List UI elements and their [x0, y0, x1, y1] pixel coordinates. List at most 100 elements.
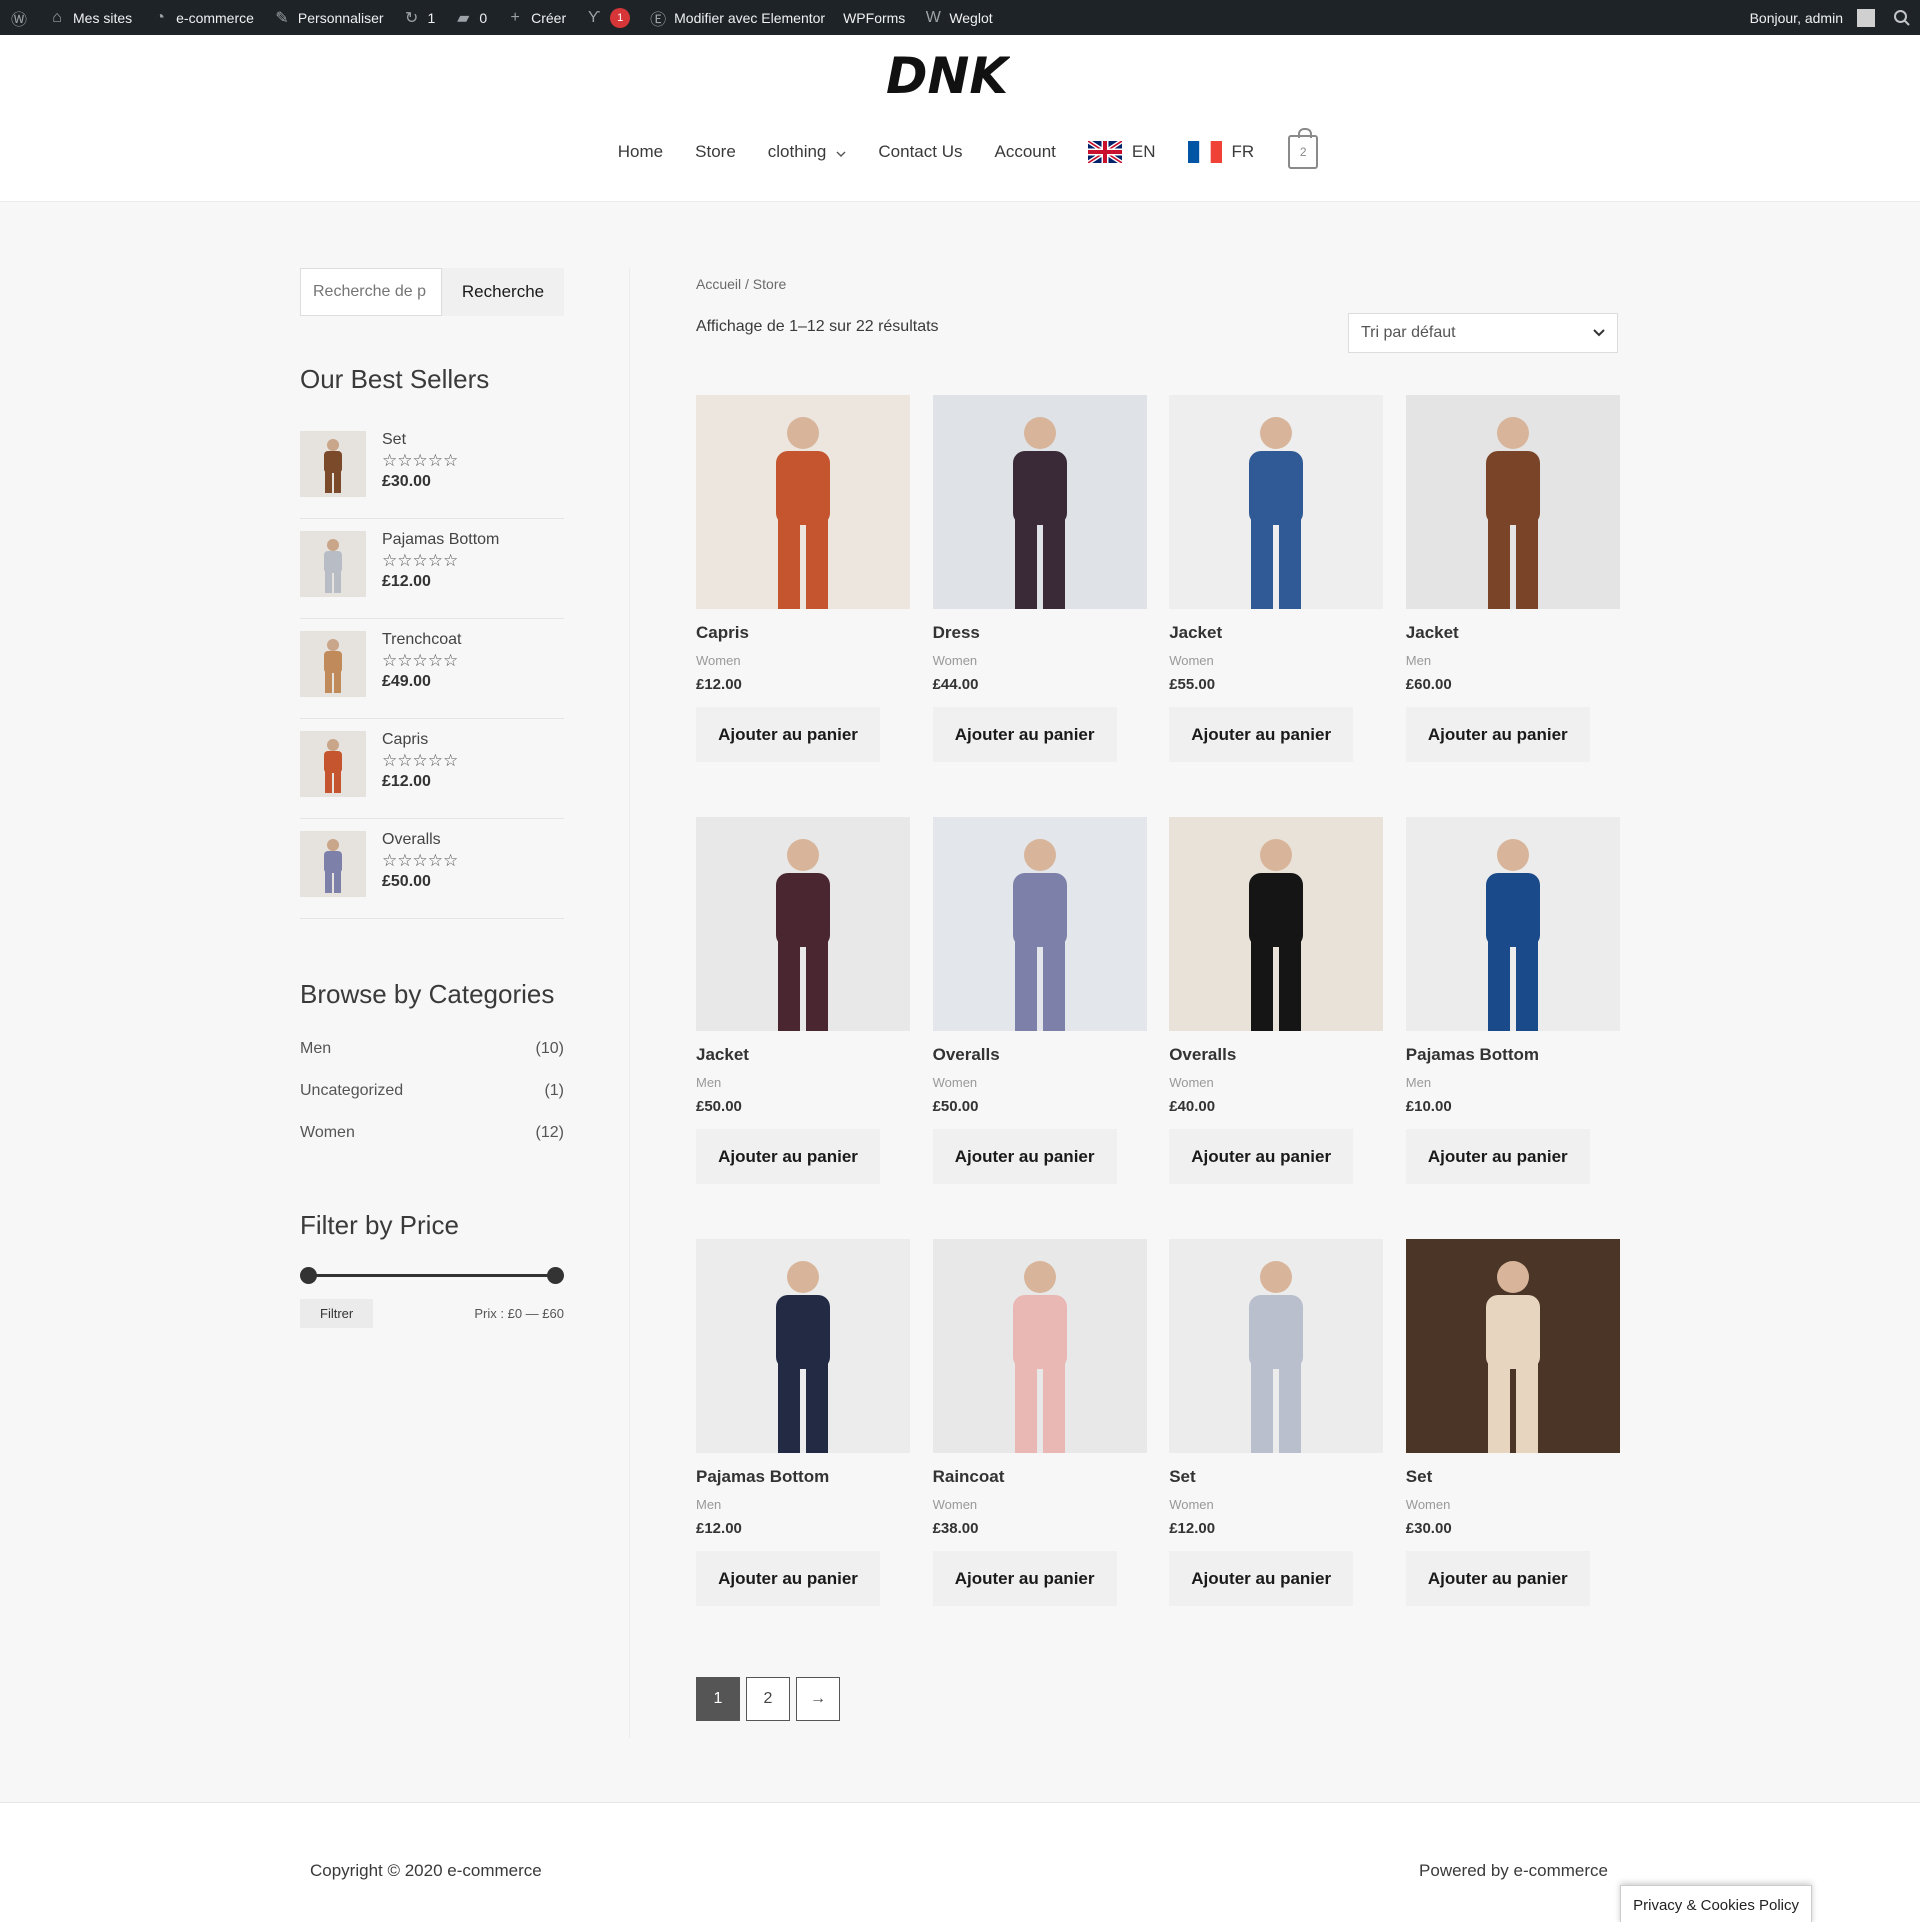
product-title[interactable]: Pajamas Bottom [1406, 1045, 1620, 1065]
product-title[interactable]: Overalls [933, 1045, 1147, 1065]
nav-item[interactable]: Account [978, 142, 1071, 162]
price-slider-min-handle[interactable] [300, 1267, 317, 1284]
greeting: Bonjour, admin [1749, 9, 1843, 26]
category-item[interactable]: Uncategorized (1) [300, 1070, 564, 1112]
product-image[interactable] [1405, 1239, 1620, 1453]
category-item[interactable]: Women (12) [300, 1112, 564, 1154]
product-title[interactable]: Dress [933, 623, 1147, 643]
product-name[interactable]: Trenchcoat [382, 631, 461, 649]
product-thumbnail[interactable] [300, 531, 366, 597]
add-to-cart-button[interactable]: Ajouter au panier [1169, 1129, 1354, 1184]
add-to-cart-button[interactable]: Ajouter au panier [696, 707, 880, 762]
page-link[interactable]: 2 [746, 1677, 790, 1721]
product-title[interactable]: Raincoat [933, 1467, 1147, 1487]
product-image[interactable] [932, 1239, 1147, 1453]
product-image[interactable] [1169, 1239, 1384, 1453]
product-name[interactable]: Overalls [382, 831, 458, 849]
best-seller-item[interactable]: Overalls ☆☆☆☆☆ £50.00 [300, 819, 564, 919]
product-name[interactable]: Capris [382, 731, 458, 749]
admin-bar-item[interactable]: ↻ 1 [393, 0, 445, 35]
product-image[interactable] [1169, 395, 1384, 609]
product-title[interactable]: Jacket [1169, 623, 1383, 643]
product-title[interactable]: Jacket [696, 1045, 910, 1065]
best-seller-item[interactable]: Trenchcoat ☆☆☆☆☆ £49.00 [300, 619, 564, 719]
product-price: £50.00 [382, 873, 431, 890]
product-thumbnail[interactable] [300, 831, 366, 897]
admin-bar-item[interactable]: ▰ 0 [444, 0, 496, 35]
product-price: £60.00 [1405, 676, 1452, 693]
price-slider-max-handle[interactable] [547, 1267, 564, 1284]
admin-bar-item[interactable]: ✎ Personnaliser [263, 0, 393, 35]
product-title[interactable]: Capris [696, 623, 910, 643]
account-menu[interactable]: Bonjour, admin [1741, 0, 1884, 35]
category-item[interactable]: Men (10) [300, 1028, 564, 1070]
product-name[interactable]: Set [382, 431, 458, 449]
cart-icon[interactable]: 2 [1288, 128, 1319, 169]
search-input[interactable] [300, 268, 442, 316]
product-image[interactable] [1405, 395, 1620, 609]
add-to-cart-button[interactable]: Ajouter au panier [932, 1551, 1117, 1606]
product-image[interactable] [696, 817, 910, 1031]
logo-text: DNK [886, 47, 1010, 103]
product-title[interactable]: Set [1169, 1467, 1383, 1487]
wordpress-icon: Ⓦ [10, 11, 27, 29]
add-to-cart-button[interactable]: Ajouter au panier [932, 707, 1117, 762]
add-to-cart-button[interactable]: Ajouter au panier [1169, 1551, 1354, 1606]
best-seller-item[interactable]: Set ☆☆☆☆☆ £30.00 [300, 419, 564, 519]
add-to-cart-button[interactable]: Ajouter au panier [1405, 707, 1590, 762]
product-title[interactable]: Pajamas Bottom [696, 1467, 910, 1487]
product-thumbnail[interactable] [300, 431, 366, 497]
admin-bar-item[interactable]: ◔ e-commerce [141, 0, 263, 35]
filter-button[interactable]: Filtrer [300, 1299, 374, 1328]
product-thumbnail[interactable] [300, 731, 366, 797]
product-price: £49.00 [382, 673, 431, 690]
search-button[interactable]: Recherche [442, 268, 564, 316]
nav-item[interactable]: clothing [752, 142, 863, 162]
add-to-cart-button[interactable]: Ajouter au panier [1169, 707, 1354, 762]
lang-fr[interactable]: FR [1172, 141, 1271, 163]
category-name[interactable]: Men [300, 1040, 331, 1058]
admin-bar-item[interactable]: Ⓦ [0, 0, 38, 35]
product-title[interactable]: Jacket [1406, 623, 1620, 643]
sort-select[interactable]: Tri par défaut [1348, 313, 1618, 353]
product-price: £30.00 [382, 473, 431, 490]
product-title[interactable]: Overalls [1169, 1045, 1383, 1065]
page-current[interactable]: 1 [696, 1677, 740, 1721]
category-name[interactable]: Uncategorized [300, 1082, 403, 1100]
add-to-cart-button[interactable]: Ajouter au panier [1405, 1129, 1590, 1184]
admin-bar-item[interactable]: + Créer [496, 0, 575, 35]
product-image[interactable] [932, 817, 1147, 1031]
best-seller-item[interactable]: Capris ☆☆☆☆☆ £12.00 [300, 719, 564, 819]
admin-bar-item[interactable]: W Weglot [914, 0, 1001, 35]
add-to-cart-button[interactable]: Ajouter au panier [932, 1129, 1117, 1184]
nav-item-label: clothing [767, 142, 827, 161]
sidebar: Recherche Our Best Sellers Set ☆☆☆☆☆ £30.0… [300, 268, 564, 1328]
nav-item[interactable]: Store [679, 142, 752, 162]
search-icon[interactable] [1884, 0, 1920, 35]
product-image[interactable] [696, 1239, 910, 1453]
admin-bar-item[interactable]: WPForms [834, 0, 914, 35]
admin-bar-item[interactable]: ⌂ Mes sites [38, 0, 141, 35]
category-name[interactable]: Women [300, 1124, 355, 1142]
privacy-policy-button[interactable]: Privacy & Cookies Policy [1620, 1885, 1812, 1922]
nav-item[interactable]: Contact Us [862, 142, 978, 162]
product-image[interactable] [1405, 817, 1620, 1031]
product-title[interactable]: Set [1406, 1467, 1620, 1487]
product-image[interactable] [932, 395, 1147, 609]
product-thumbnail[interactable] [300, 631, 366, 697]
add-to-cart-button[interactable]: Ajouter au panier [696, 1551, 880, 1606]
product-image[interactable] [1169, 817, 1384, 1031]
admin-bar-item[interactable]: Ⓔ Modifier avec Elementor [639, 0, 834, 35]
product-image[interactable] [696, 395, 910, 609]
next-page-button[interactable]: → [796, 1677, 840, 1721]
add-to-cart-button[interactable]: Ajouter au panier [696, 1129, 880, 1184]
nav-item[interactable]: Home [602, 142, 679, 162]
add-to-cart-button[interactable]: Ajouter au panier [1405, 1551, 1590, 1606]
product-name[interactable]: Pajamas Bottom [382, 531, 499, 549]
site-logo[interactable]: DNK [882, 47, 1011, 105]
lang-en[interactable]: EN [1072, 141, 1172, 163]
best-seller-item[interactable]: Pajamas Bottom ☆☆☆☆☆ £12.00 [300, 519, 564, 619]
admin-bar-item[interactable]: Ƴ1 [575, 0, 639, 35]
category-count: (12) [535, 1124, 564, 1141]
admin-bar-label: Personnaliser [297, 9, 384, 26]
